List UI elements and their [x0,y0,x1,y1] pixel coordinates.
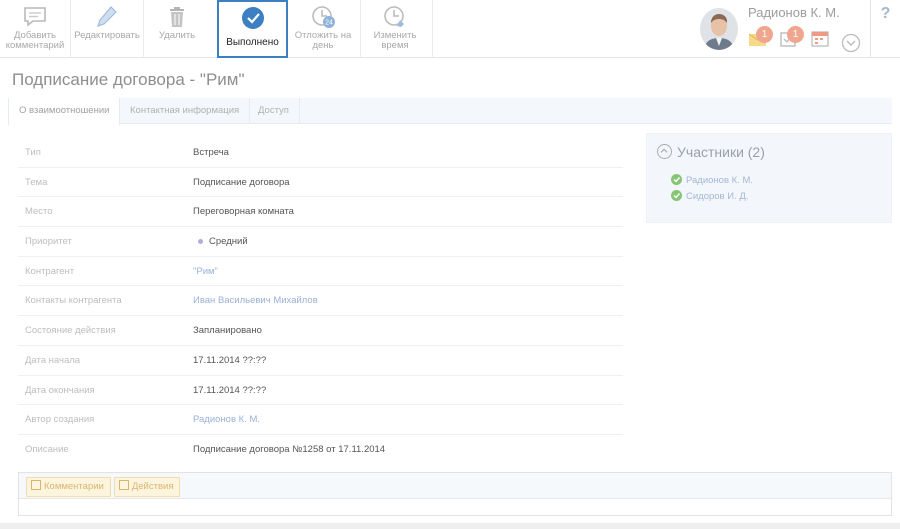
trash-icon [170,7,184,27]
detail-row-priority: Приоритет Средний [18,227,623,257]
tab-label: Контактная информация [130,105,240,116]
detail-key: Тема [25,176,48,188]
detail-row-subject: Тема Подписание договора [18,168,623,198]
participants-title: Участники (2) [677,144,765,160]
detail-value: Подписание договора [193,176,290,188]
toolbar: Добавить комментарий Редактировать Удали… [0,0,900,58]
priority-dot-icon [198,239,203,245]
detail-row-author: Автор создания Радионов К. М. [18,405,623,435]
actions-tab-button[interactable]: Действия [113,477,181,497]
detail-key: Приоритет [25,236,72,248]
add-comment-label: Добавить комментарий [5,30,65,51]
change-time-button[interactable]: Изменить время [362,0,428,58]
detail-key: Контрагент [25,265,75,277]
detail-key: Место [25,206,53,218]
tab-access[interactable]: Доступ [248,98,300,124]
delete-button[interactable]: Удалить [144,0,210,58]
participants-list: Радионов К. М. Сидоров И. Д. [671,174,753,206]
detail-value: Встреча [193,147,229,158]
toolbar-separator [432,0,433,58]
user-area: Радионов К. М. 1 1 [690,0,870,58]
check-circle-icon [671,190,682,201]
detail-row-counterparty-contacts: Контакты контрагента Иван Васильевич Мих… [18,286,623,317]
detail-row-status: Состояние действия Запланировано [18,316,623,346]
comment-icon [24,7,46,27]
avatar[interactable] [700,8,738,50]
page-title: Подписание договора - "Рим" [12,70,245,89]
mail-badge: 1 [756,26,773,43]
actions-icon [118,480,129,490]
actions-tab-label: Действия [131,481,174,492]
contact-person-link[interactable]: Иван Васильевич Михайлов [193,295,318,306]
participant-item[interactable]: Сидоров И. Д. [671,190,753,202]
done-button[interactable]: Выполнено [217,0,288,58]
pencil-icon [97,6,117,27]
participant-name: Сидоров И. Д. [686,191,749,202]
comments-actions-tabs: Комментарии Действия [19,473,891,499]
detail-value: 17.11.2014 ??:?? [193,354,267,366]
change-time-label: Изменить время [373,30,417,51]
comments-actions-panel: Комментарии Действия [18,472,892,516]
chevron-down-icon[interactable] [841,33,861,53]
postpone-badge: 24 [325,20,333,27]
user-name: Радионов К. М. [748,5,840,20]
detail-row-counterparty: Контрагент "Рим" [18,257,623,287]
detail-key: Дата начала [25,354,81,366]
participants-panel: Участники (2) Радионов К. М. Сидоров И. … [646,133,892,223]
detail-row-type: Тип Встреча [18,138,623,168]
participants-header[interactable]: Участники (2) [657,144,765,160]
detail-row-description: Описание Подписание договора №1258 от 17… [18,435,623,465]
tasks-badge: 1 [787,26,804,43]
detail-row-start-date: Дата начала 17.11.2014 ??:?? [18,346,623,376]
details-table: Тип Встреча Тема Подписание договора Мес… [18,138,623,465]
detail-key: Автор создания [25,414,95,426]
postpone-button[interactable]: 24 Отложить на день [290,0,356,58]
edit-label: Редактировать [74,30,140,41]
comments-tab-button[interactable]: Комментарии [26,477,111,497]
detail-key: Тип [25,147,41,158]
done-label: Выполнено [226,37,279,48]
detail-row-place: Место Переговорная комната [18,197,623,228]
calendar-icon[interactable] [810,28,830,48]
detail-key: Состояние действия [25,325,116,337]
detail-key: Дата окончания [25,384,95,396]
bottom-strip [0,523,900,529]
user-photo-icon [700,8,738,50]
help-button[interactable]: ? [870,0,900,58]
participant-item[interactable]: Радионов К. М. [671,174,753,186]
tab-bar: О взаимоотношении Контактная информация … [8,98,892,125]
edit-button[interactable]: Редактировать [71,0,143,58]
detail-value: Запланировано [193,325,262,337]
delete-label: Удалить [158,30,196,41]
toolbar-separator [360,0,361,58]
chevron-up-icon[interactable] [657,144,672,159]
tab-relationship[interactable]: О взаимоотношении [8,98,121,125]
comments-tab-label: Комментарии [44,481,104,492]
check-circle-icon [671,174,682,185]
counterparty-link[interactable]: "Рим" [193,266,218,277]
postpone-label: Отложить на день [294,30,352,51]
tab-contact-info[interactable]: Контактная информация [120,98,251,124]
detail-value: Переговорная комната [193,206,294,218]
clock-postpone-icon: 24 [312,6,335,28]
comments-icon [31,480,41,490]
detail-value: 17.11.2014 ??:?? [193,384,267,396]
detail-value: Подписание договора №1258 от 17.11.2014 [193,443,386,455]
participant-name: Радионов К. М. [686,175,754,186]
help-label: ? [880,5,891,22]
tab-label: Доступ [258,105,289,116]
detail-key: Описание [25,443,69,455]
tab-label: О взаимоотношении [19,105,110,116]
add-comment-button[interactable]: Добавить комментарий [2,0,68,58]
detail-row-end-date: Дата окончания 17.11.2014 ??:?? [18,376,623,406]
detail-key: Контакты контрагента [25,295,122,307]
checkmark-icon [241,7,264,29]
detail-value: Средний [209,236,248,248]
author-link[interactable]: Радионов К. М. [193,414,260,425]
clock-edit-icon [384,6,404,27]
